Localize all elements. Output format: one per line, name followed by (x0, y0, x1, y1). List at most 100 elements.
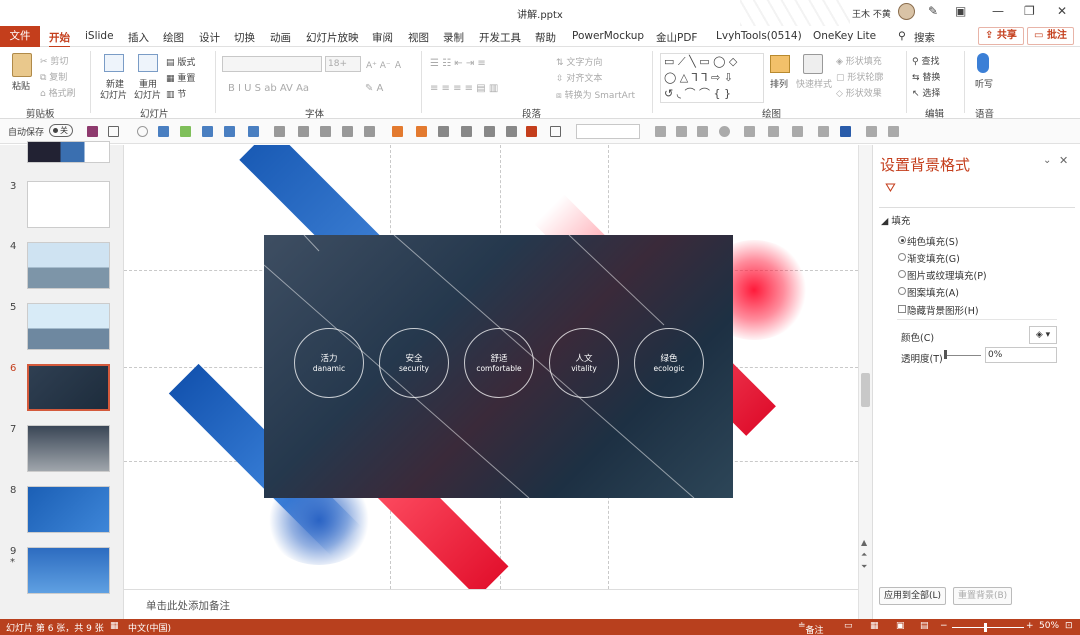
qat-tool-icon[interactable] (298, 126, 309, 137)
qat-tool-icon[interactable] (866, 126, 877, 137)
vertical-scrollbar[interactable]: ▲ ⏶ ⏷ (858, 145, 872, 619)
smartart-button[interactable]: ⧈ 转换为 SmartArt (556, 88, 635, 101)
qat-tool-icon[interactable] (416, 126, 427, 137)
qat-tool-icon[interactable] (655, 126, 666, 137)
autosave-toggle[interactable]: 关 (49, 124, 73, 137)
qat-color-icon[interactable] (526, 126, 537, 137)
tab-help[interactable]: 帮助 (535, 30, 556, 45)
close-icon[interactable]: ✕ (1057, 4, 1067, 18)
section-button[interactable]: ▥ 节 (166, 87, 186, 100)
scroll-up-icon[interactable]: ▲ (861, 538, 867, 547)
tab-view[interactable]: 视图 (408, 30, 429, 45)
copy-button[interactable]: ⧉ 复制 (40, 70, 67, 83)
tab-review[interactable]: 审阅 (372, 30, 393, 45)
format-painter-button[interactable]: ⌂ 格式刷 (40, 86, 76, 99)
feature-circle[interactable]: 人文 vitality (549, 328, 619, 398)
fill-bucket-icon[interactable]: ⛛ (885, 181, 896, 196)
slide-thumbnail-5[interactable] (27, 303, 110, 350)
feature-circle[interactable]: 绿色 ecologic (634, 328, 704, 398)
qat-tool-icon[interactable] (274, 126, 285, 137)
replace-button[interactable]: ⇆ 替换 (912, 70, 940, 83)
slide-thumbnail-8[interactable] (27, 486, 110, 533)
grow-font-icon[interactable]: A⁺ A⁻ Ａ (366, 58, 403, 71)
tab-transitions[interactable]: 切换 (234, 30, 255, 45)
paste-label[interactable]: 粘贴 (12, 79, 30, 92)
tab-developer[interactable]: 开发工具 (479, 30, 521, 45)
qat-tool-icon[interactable] (461, 126, 472, 137)
current-slide[interactable]: 活力 danamic 安全 security 舒适 comfortable 人文… (264, 235, 733, 498)
present-icon[interactable] (158, 126, 169, 137)
ribbon-display-icon[interactable]: ▣ (955, 4, 966, 18)
arrange-icon[interactable] (770, 55, 790, 73)
select-button[interactable]: ↖ 选择 (912, 86, 940, 99)
shapes-gallery[interactable]: ▭ ⟋ ╲ ▭ ◯ ◇ ◯ △ ⅂ ⅂ ⇨ ⇩ ↺ ◟ ⌒ ⌒ { } (660, 53, 764, 103)
restore-icon[interactable]: ❐ (1024, 4, 1035, 18)
tab-draw[interactable]: 绘图 (163, 30, 184, 45)
qat-tool-icon[interactable] (719, 126, 730, 137)
pattern-fill-option[interactable]: 图案填充(A) (898, 285, 959, 299)
qat-tool-icon[interactable] (768, 126, 779, 137)
align-text-button[interactable]: ⇳ 对齐文本 (556, 71, 602, 84)
pane-options-icon[interactable]: ⌄ (1043, 155, 1051, 166)
slide-thumbnail-9[interactable] (27, 547, 110, 594)
minimize-icon[interactable]: — (992, 4, 1004, 18)
reuse-slide-label-2[interactable]: 幻灯片 (134, 88, 161, 101)
qat-tool-icon[interactable] (744, 126, 755, 137)
normal-view-icon[interactable]: ▭ (844, 621, 853, 631)
paste-icon[interactable] (12, 53, 32, 77)
qat-tool-icon[interactable] (392, 126, 403, 137)
spelling-icon[interactable]: ▦ (110, 621, 119, 631)
list-buttons[interactable]: ☰ ☷ ⇤ ⇥ ≡ (430, 58, 486, 69)
notes-pane[interactable]: 单击此处添加备注 (124, 589, 858, 619)
tab-powermockup[interactable]: PowerMockup (572, 30, 644, 42)
cut-button[interactable]: ✂ 剪切 (40, 54, 68, 67)
qat-tool-icon[interactable] (438, 126, 449, 137)
slide-thumbnail-3[interactable] (27, 181, 110, 228)
qat-tool-icon[interactable] (550, 126, 561, 137)
apply-to-all-button[interactable]: 应用到全部(L) (879, 587, 947, 605)
font-color-icon[interactable]: ✎ A (365, 83, 383, 94)
tab-lvyhtools[interactable]: LvyhTools(0514) (716, 30, 802, 42)
spell-check-icon[interactable] (180, 126, 191, 137)
reset-background-button[interactable]: 重置背景(B) (953, 587, 1013, 605)
new-slide-icon[interactable] (104, 54, 124, 72)
feature-circle[interactable]: 舒适 comfortable (464, 328, 534, 398)
new-slide-label-2[interactable]: 幻灯片 (100, 88, 127, 101)
font-style-buttons[interactable]: B I U S ab AV Aa (228, 83, 309, 94)
text-direction-button[interactable]: ⇅ 文字方向 (556, 55, 602, 68)
slide-editing-canvas[interactable]: 活力 danamic 安全 security 舒适 comfortable 人文… (124, 145, 858, 589)
share-button[interactable]: ⇪ 共享 (978, 27, 1024, 45)
feature-circle[interactable]: 安全 security (379, 328, 449, 398)
next-slide-icon[interactable]: ⏷ (861, 562, 867, 572)
qat-tool-icon[interactable] (818, 126, 829, 137)
tab-design[interactable]: 设计 (199, 30, 220, 45)
undo-icon[interactable] (108, 126, 119, 137)
reading-view-icon[interactable]: ▣ (896, 621, 905, 631)
hide-background-checkbox[interactable]: 隐藏背景图形(H) (898, 303, 979, 317)
user-name[interactable]: 王木 不黄 (852, 7, 891, 20)
color-picker-button[interactable]: ◈ ▾ (1029, 326, 1057, 344)
comment-button[interactable]: ▭ 批注 (1027, 27, 1074, 45)
qat-tool-icon[interactable] (364, 126, 375, 137)
qat-tool-icon[interactable] (506, 126, 517, 137)
feature-circle[interactable]: 活力 danamic (294, 328, 364, 398)
slide-thumbnail-2[interactable] (27, 141, 110, 163)
shape-fill-button[interactable]: ◈ 形状填充 (836, 54, 882, 67)
tab-islide[interactable]: iSlide (85, 30, 114, 42)
save-icon[interactable] (87, 126, 98, 137)
tab-home[interactable]: 开始 (49, 30, 70, 48)
microphone-icon[interactable] (977, 53, 989, 73)
zoom-level[interactable]: 50% (1039, 621, 1059, 631)
slideshow-view-icon[interactable]: ▤ (920, 621, 929, 631)
tab-file[interactable]: 文件 (0, 26, 40, 47)
qat-tool-icon[interactable] (342, 126, 353, 137)
reuse-slide-icon[interactable] (138, 54, 158, 72)
search-icon[interactable]: ⚲ (898, 30, 906, 42)
qat-tool-icon[interactable] (248, 126, 259, 137)
qat-tool-icon[interactable] (697, 126, 708, 137)
arrange-label[interactable]: 排列 (770, 77, 788, 90)
pane-close-icon[interactable]: ✕ (1059, 154, 1068, 167)
qat-tool-icon[interactable] (840, 126, 851, 137)
qat-tool-icon[interactable] (676, 126, 687, 137)
dictate-label[interactable]: 听写 (975, 77, 993, 90)
